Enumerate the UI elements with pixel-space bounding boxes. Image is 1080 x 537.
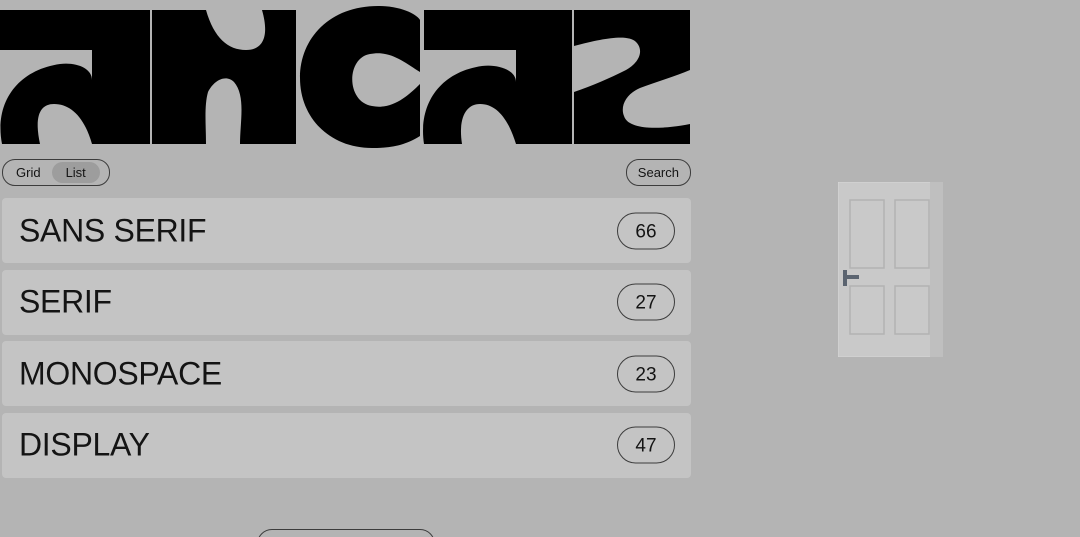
category-count-badge: 47 <box>617 426 675 464</box>
view-toggle: Grid List <box>2 159 110 186</box>
category-label: SANS SERIF <box>19 212 207 248</box>
category-list: SANS SERIF 66 SERIF 27 MONOSPACE 23 DISP… <box>2 198 691 484</box>
category-label: DISPLAY <box>19 426 150 463</box>
category-count-badge: 66 <box>617 212 675 249</box>
category-count-badge: 23 <box>617 355 675 392</box>
category-label: SERIF <box>19 283 112 320</box>
category-row-display[interactable]: DISPLAY 47 <box>2 412 691 478</box>
view-list-button[interactable]: List <box>51 162 100 183</box>
page: Grid List Search SANS SERIF 66 SERIF 27 … <box>0 0 1080 537</box>
category-row-sans-serif[interactable]: SANS SERIF 66 <box>2 198 691 263</box>
bottom-pill-button[interactable] <box>257 529 435 537</box>
search-button[interactable]: Search <box>625 159 691 186</box>
toolbar: Grid List Search <box>2 159 691 186</box>
category-count-badge: 27 <box>617 283 675 321</box>
category-row-monospace[interactable]: MONOSPACE 23 <box>2 341 691 406</box>
door-icon <box>838 182 943 357</box>
category-row-serif[interactable]: SERIF 27 <box>2 269 691 335</box>
category-label: MONOSPACE <box>19 355 222 391</box>
uncut-logo[interactable] <box>0 6 692 148</box>
view-grid-button[interactable]: Grid <box>5 162 52 183</box>
